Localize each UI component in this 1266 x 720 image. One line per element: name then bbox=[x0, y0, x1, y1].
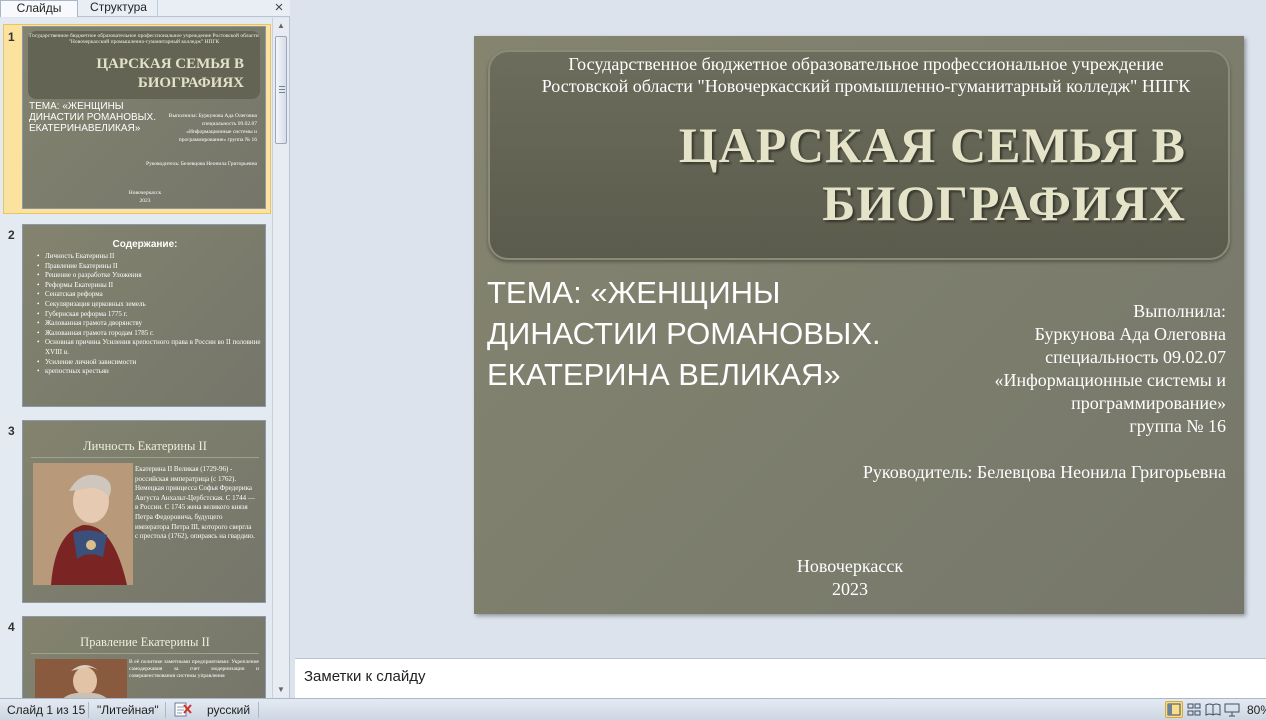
scrollbar-thumb[interactable] bbox=[275, 36, 287, 144]
portrait-image bbox=[33, 463, 133, 585]
portrait-image bbox=[35, 659, 127, 698]
status-divider bbox=[258, 702, 259, 718]
thumb1-supervisor: Руководитель: Белевцова Неонила Григорье… bbox=[146, 161, 257, 167]
language[interactable]: русский bbox=[207, 703, 250, 717]
slide-sorter-icon[interactable] bbox=[1185, 701, 1203, 718]
status-divider bbox=[88, 702, 89, 718]
slide-theme[interactable]: ТЕМА: «ЖЕНЩИНЫ ДИНАСТИИ РОМАНОВЫХ. ЕКАТЕ… bbox=[487, 272, 947, 395]
year: 2023 bbox=[832, 579, 868, 599]
list-item: Усиление личной зависимости bbox=[37, 358, 263, 368]
tab-slides[interactable]: Слайды bbox=[0, 0, 78, 17]
supervisor[interactable]: Руководитель: Белевцова Неонила Григорье… bbox=[776, 462, 1226, 483]
slide-number-2: 2 bbox=[8, 228, 15, 242]
notes-placeholder[interactable]: Заметки к слайду bbox=[304, 668, 426, 685]
grip-line bbox=[279, 92, 285, 93]
author-line: «Информационные системы и bbox=[994, 370, 1226, 390]
thumb4-divider bbox=[31, 653, 259, 654]
grip-line bbox=[279, 86, 285, 87]
author-info[interactable]: Выполнила: Буркунова Ада Олеговна специа… bbox=[926, 300, 1226, 438]
thumb1-institution: Государственное бюджетное образовательно… bbox=[29, 33, 259, 45]
status-divider bbox=[165, 702, 166, 718]
list-item: Основная причина Усиления крепостного пр… bbox=[37, 338, 263, 357]
slideshow-icon[interactable] bbox=[1223, 701, 1241, 718]
list-item: Решение о разработке Уложения bbox=[37, 271, 263, 281]
list-item: крепостных крестьян bbox=[37, 367, 263, 377]
list-item: Жалованная грамота городам 1785 г. bbox=[37, 329, 263, 339]
author-line: специальность 09.02.07 bbox=[1045, 347, 1226, 367]
thumb4-text: В её политике заметными предприятиями: У… bbox=[129, 659, 259, 679]
list-item: Реформы Екатерины II bbox=[37, 281, 263, 291]
slide-title[interactable]: ЦАРСКАЯ СЕМЬЯ В БИОГРАФИЯХ bbox=[574, 116, 1186, 232]
author-line: программирование» bbox=[1071, 393, 1226, 413]
panel-tabs: Слайды Структура × bbox=[0, 0, 290, 17]
author-line: группа № 16 bbox=[1129, 416, 1226, 436]
thumb1-title: ЦАРСКАЯ СЕМЬЯ В БИОГРАФИЯХ bbox=[96, 56, 244, 91]
slide-title-line-2: БИОГРАФИЯХ bbox=[822, 175, 1186, 231]
reading-view-icon[interactable] bbox=[1204, 701, 1222, 718]
thumb2-heading: Содержание: bbox=[112, 239, 178, 250]
slide-number-3: 3 bbox=[8, 424, 15, 438]
thumb1-year: 2023 bbox=[139, 198, 151, 204]
thumb1-city: Новочеркасск 2023 bbox=[23, 189, 265, 205]
thumb4-title: Правление Екатерины II bbox=[80, 635, 210, 649]
slides-panel: Слайды Структура × 1 Государственное бюд… bbox=[0, 0, 290, 698]
thumbnail-scrollbar[interactable]: ▲ ▼ bbox=[272, 18, 289, 698]
scroll-down-icon[interactable]: ▼ bbox=[273, 682, 289, 698]
list-item: Правление Екатерины II bbox=[37, 262, 263, 272]
list-item: Жалованная грамота дворянству bbox=[37, 319, 263, 329]
slide-thumbnail-3[interactable]: Личность Екатерины II Екатерина II Велик… bbox=[22, 420, 266, 603]
normal-view-icon[interactable] bbox=[1165, 701, 1183, 718]
spell-check-icon[interactable] bbox=[174, 701, 192, 718]
slide-thumbnail-2[interactable]: Содержание: Личность Екатерины II Правле… bbox=[22, 224, 266, 407]
slide-number-4: 4 bbox=[8, 620, 15, 634]
scroll-up-icon[interactable]: ▲ bbox=[273, 18, 289, 34]
notes-pane[interactable]: Заметки к слайду bbox=[295, 658, 1266, 698]
slide-thumbnail-1[interactable]: Государственное бюджетное образовательно… bbox=[22, 26, 266, 209]
slide-title-line-1: ЦАРСКАЯ СЕМЬЯ В bbox=[678, 117, 1186, 173]
author-line: Буркунова Ада Олеговна bbox=[1034, 324, 1226, 344]
grip-line bbox=[279, 89, 285, 90]
city-year[interactable]: Новочеркасск 2023 bbox=[744, 555, 956, 601]
slide-thumbnail-4[interactable]: Правление Екатерины II В её политике зам… bbox=[22, 616, 266, 698]
thumb3-text: Екатерина II Великая (1729-96) - российс… bbox=[135, 465, 255, 541]
thumb1-city-name: Новочеркасск bbox=[128, 190, 162, 196]
institution-name[interactable]: Государственное бюджетное образовательно… bbox=[474, 53, 1244, 97]
thumb3-divider bbox=[31, 457, 259, 458]
theme-line-2: ДИНАСТИИ РОМАНОВЫХ. bbox=[487, 316, 881, 351]
author-line: Выполнила: bbox=[1133, 301, 1226, 321]
zoom-level[interactable]: 80% bbox=[1247, 703, 1266, 717]
theme-line-1: ТЕМА: «ЖЕНЩИНЫ bbox=[487, 275, 781, 310]
thumb1-header-box: Государственное бюджетное образовательно… bbox=[28, 31, 260, 99]
slide-editor-area: Государственное бюджетное образовательно… bbox=[295, 0, 1266, 655]
thumb3-title: Личность Екатерины II bbox=[83, 439, 207, 453]
slide-counter: Слайд 1 из 15 bbox=[7, 703, 86, 717]
thumb1-author: Выполнила: Буркунова Ада Олеговна специа… bbox=[168, 113, 257, 143]
theme-line-3: ЕКАТЕРИНА ВЕЛИКАЯ» bbox=[487, 357, 841, 392]
current-slide[interactable]: Государственное бюджетное образовательно… bbox=[474, 36, 1244, 614]
status-bar: Слайд 1 из 15 "Литейная" русский 80% bbox=[0, 698, 1266, 720]
slide-number-1: 1 bbox=[8, 30, 15, 44]
city-name: Новочеркасск bbox=[796, 556, 904, 576]
close-panel-icon[interactable]: × bbox=[272, 0, 286, 16]
thumb2-contents-list: Личность Екатерины II Правление Екатерин… bbox=[37, 252, 263, 377]
list-item: Губернская реформа 1775 г. bbox=[37, 310, 263, 320]
institution-line-1: Государственное бюджетное образовательно… bbox=[568, 54, 1164, 74]
theme-name[interactable]: "Литейная" bbox=[97, 703, 159, 717]
list-item: Секуляризация церковных земель bbox=[37, 300, 263, 310]
list-item: Личность Екатерины II bbox=[37, 252, 263, 262]
tab-outline[interactable]: Структура bbox=[80, 0, 158, 17]
institution-line-2: Ростовской области "Новочеркасский промы… bbox=[541, 76, 1191, 96]
list-item: Сенатская реформа bbox=[37, 290, 263, 300]
slide-thumbnail-list: 1 Государственное бюджетное образователь… bbox=[0, 18, 272, 698]
